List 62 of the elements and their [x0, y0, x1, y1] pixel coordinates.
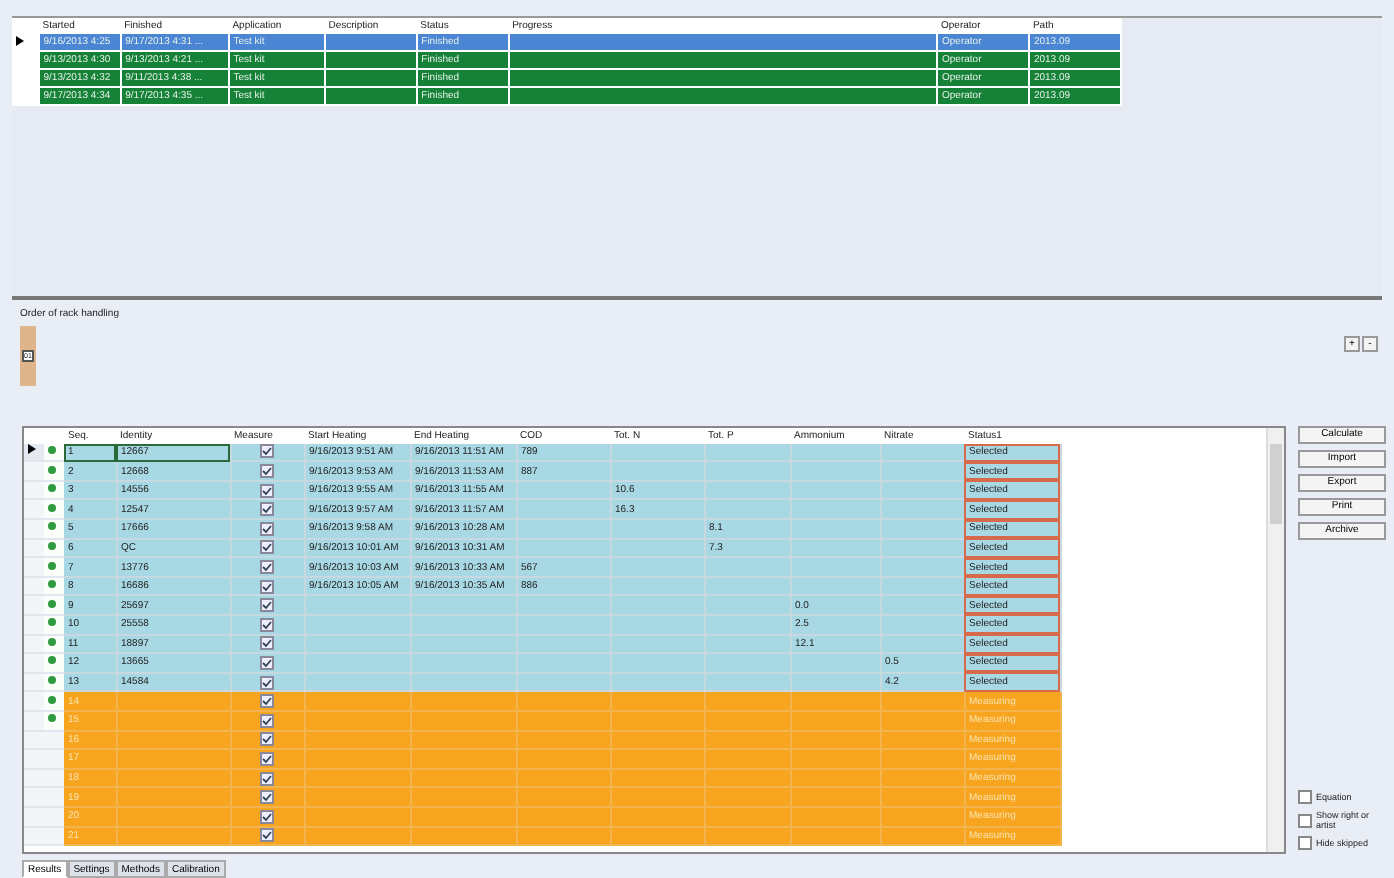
option-checkbox[interactable] [1298, 836, 1312, 850]
measure-checkbox[interactable] [260, 598, 274, 613]
row-header-cell[interactable] [24, 787, 44, 807]
measure-checkbox[interactable] [260, 464, 274, 479]
row-pointer-icon [16, 35, 24, 45]
status-dot [48, 522, 56, 531]
measure-checkbox[interactable] [260, 444, 274, 459]
row-header-cell[interactable] [24, 480, 44, 500]
row-header-cell[interactable] [24, 710, 44, 731]
measure-checkbox[interactable] [260, 636, 274, 651]
measure-checkbox[interactable] [260, 521, 274, 536]
row-header-cell[interactable] [24, 730, 44, 750]
row-header-cell[interactable] [24, 691, 44, 711]
row-header-cell[interactable] [24, 672, 44, 692]
status-dot [48, 618, 56, 627]
row-header-cell[interactable] [24, 519, 44, 539]
measure-checkbox[interactable] [260, 809, 274, 824]
measure-checkbox[interactable] [260, 502, 274, 517]
status-dot [48, 541, 56, 550]
row-header-cell[interactable] [24, 614, 44, 635]
status-dot [48, 580, 56, 589]
measure-checkbox[interactable] [260, 540, 274, 555]
row-header-cell[interactable] [24, 806, 44, 827]
measure-checkbox[interactable] [260, 483, 274, 498]
status-dot [48, 637, 56, 646]
row-header-cell[interactable] [24, 653, 44, 673]
row-header-cell[interactable] [24, 538, 44, 558]
row-header-cell[interactable] [24, 595, 44, 615]
status-dot [48, 503, 56, 512]
measure-checkbox[interactable] [260, 732, 274, 747]
row-header-cell[interactable] [24, 749, 44, 769]
scrollbar[interactable] [1266, 427, 1284, 852]
status-dot [48, 676, 56, 685]
status-dot [48, 465, 56, 474]
row-header-cell[interactable] [24, 826, 44, 846]
status-dot [48, 484, 56, 493]
row-header-cell[interactable] [24, 557, 44, 577]
measure-checkbox[interactable] [260, 675, 274, 690]
measure-checkbox[interactable] [260, 828, 274, 843]
option-checkbox[interactable] [1298, 790, 1312, 804]
measure-checkbox[interactable] [260, 790, 274, 805]
measure-checkbox[interactable] [260, 560, 274, 574]
measure-checkbox[interactable] [260, 713, 274, 728]
measure-checkbox[interactable] [260, 579, 274, 594]
row-header-cell[interactable] [24, 576, 44, 596]
row-header-cell[interactable] [24, 768, 44, 788]
row-header-cell[interactable] [24, 634, 44, 654]
status-dot [48, 714, 56, 723]
row-header-cell[interactable] [24, 461, 44, 481]
measure-checkbox[interactable] [260, 694, 274, 709]
row-header-cell[interactable] [24, 499, 44, 520]
status-dot [48, 695, 56, 704]
measure-checkbox[interactable] [260, 655, 274, 670]
status-dot [48, 561, 56, 569]
status-dot [48, 445, 56, 454]
measure-checkbox[interactable] [260, 751, 274, 766]
status-dot [48, 599, 56, 608]
row-pointer-icon [28, 444, 36, 455]
status-dot [48, 656, 56, 665]
option-checkbox[interactable] [1298, 813, 1312, 827]
measure-checkbox[interactable] [260, 617, 274, 632]
measure-checkbox[interactable] [260, 771, 274, 786]
